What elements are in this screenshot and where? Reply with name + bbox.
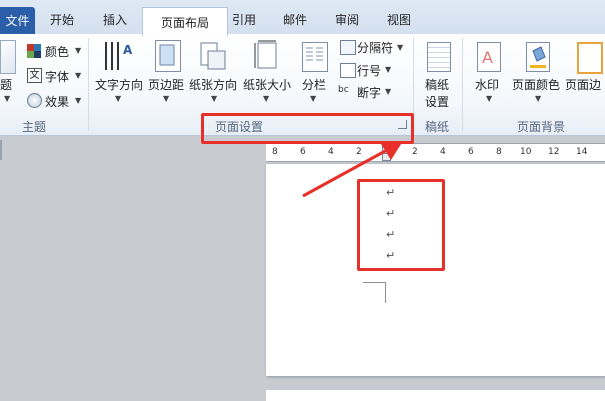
size-dropdown-arrow[interactable]: ▼: [263, 94, 269, 103]
effects-button-label[interactable]: 效果: [45, 93, 69, 110]
watermark-button-label[interactable]: 水印: [475, 76, 499, 93]
ruler-tick-label: 10: [520, 147, 532, 157]
manuscript-settings-label-2[interactable]: 设置: [425, 93, 449, 110]
page-borders-icon[interactable]: [577, 42, 603, 74]
fonts-dropdown-arrow[interactable]: ▼: [75, 71, 81, 80]
columns-dropdown-arrow[interactable]: ▼: [310, 94, 316, 103]
left-ruler-edge: [0, 140, 2, 160]
ruler-tick-label: 8: [496, 147, 502, 157]
margin-corner-mark: [363, 282, 386, 303]
tab-review[interactable]: 审阅: [335, 11, 359, 28]
orientation-dropdown-arrow[interactable]: ▼: [211, 94, 217, 103]
line-numbers-icon[interactable]: [340, 63, 356, 78]
ruler-tick-label: 6: [468, 147, 474, 157]
orientation-icon[interactable]: [200, 42, 226, 70]
tab-insert[interactable]: 插入: [103, 11, 127, 28]
hyphenation-icon[interactable]: bc: [338, 85, 349, 95]
ruler-tick-label: 2: [412, 147, 418, 157]
manuscript-group-label: 稿纸: [425, 120, 450, 134]
themes-button-label[interactable]: 题: [0, 76, 12, 93]
columns-icon[interactable]: [302, 42, 328, 72]
group-divider: [462, 38, 463, 131]
line-numbers-button-label[interactable]: 行号: [357, 62, 381, 79]
colors-button-label[interactable]: 颜色: [45, 43, 69, 60]
watermark-icon[interactable]: A: [477, 42, 501, 72]
svg-text:A: A: [123, 43, 133, 57]
group-divider: [88, 38, 89, 131]
text-direction-icon[interactable]: A: [103, 40, 135, 72]
margins-icon[interactable]: [155, 40, 181, 72]
ribbon-tab-bar: 文件 开始 插入 页面布局 引用 邮件 审阅 视图: [0, 0, 605, 36]
breaks-icon[interactable]: [340, 40, 356, 55]
tab-references[interactable]: 引用: [232, 11, 256, 28]
page-color-button-label[interactable]: 页面颜色: [512, 76, 560, 93]
ruler-tick-label: 14: [576, 147, 588, 157]
annotation-arrow: [302, 141, 403, 198]
tab-home[interactable]: 开始: [50, 11, 74, 28]
themes-dropdown-arrow[interactable]: ▼: [4, 94, 10, 103]
breaks-dropdown-arrow[interactable]: ▼: [397, 43, 403, 52]
line-numbers-dropdown-arrow[interactable]: ▼: [385, 65, 391, 74]
orientation-button-label[interactable]: 纸张方向: [189, 76, 237, 93]
ruler-tick-label: 8: [272, 147, 278, 157]
manuscript-icon[interactable]: [427, 42, 451, 72]
svg-text:A: A: [482, 48, 493, 67]
page-background-group-label: 页面背景: [517, 120, 566, 134]
ruler-tick-label: 12: [548, 147, 560, 157]
colors-dropdown-arrow[interactable]: ▼: [75, 46, 81, 55]
fonts-icon[interactable]: 文: [27, 68, 42, 83]
tab-file[interactable]: 文件: [0, 7, 35, 34]
document-page-next[interactable]: [266, 390, 605, 401]
theme-group-label: 主题: [22, 120, 47, 134]
text-direction-button-label[interactable]: 文字方向: [95, 76, 143, 93]
size-button-label[interactable]: 纸张大小: [243, 76, 291, 93]
tab-page-layout[interactable]: 页面布局: [142, 7, 228, 36]
text-direction-dropdown-arrow[interactable]: ▼: [115, 94, 121, 103]
effects-icon[interactable]: [27, 93, 42, 108]
watermark-dropdown-arrow[interactable]: ▼: [486, 94, 492, 103]
tab-mailings[interactable]: 邮件: [283, 11, 307, 28]
fonts-button-label[interactable]: 字体: [45, 68, 69, 85]
effects-dropdown-arrow[interactable]: ▼: [75, 96, 81, 105]
columns-button-label[interactable]: 分栏: [302, 76, 326, 93]
margins-button-label[interactable]: 页边距: [148, 76, 184, 93]
page-color-dropdown-arrow[interactable]: ▼: [535, 94, 541, 103]
colors-icon[interactable]: [27, 44, 41, 58]
themes-icon[interactable]: [0, 40, 16, 74]
ruler-tick-label: 4: [440, 147, 446, 157]
page-color-icon[interactable]: [526, 42, 550, 72]
size-icon[interactable]: [254, 40, 280, 70]
hyphenation-dropdown-arrow[interactable]: ▼: [385, 87, 391, 96]
hyphenation-button-label[interactable]: 断字: [357, 84, 381, 101]
tab-view[interactable]: 视图: [387, 11, 411, 28]
breaks-button-label[interactable]: 分隔符: [357, 39, 393, 56]
manuscript-settings-label-1[interactable]: 稿纸: [425, 76, 449, 93]
page-borders-button-label[interactable]: 页面边: [565, 76, 601, 93]
margins-dropdown-arrow[interactable]: ▼: [163, 94, 169, 103]
